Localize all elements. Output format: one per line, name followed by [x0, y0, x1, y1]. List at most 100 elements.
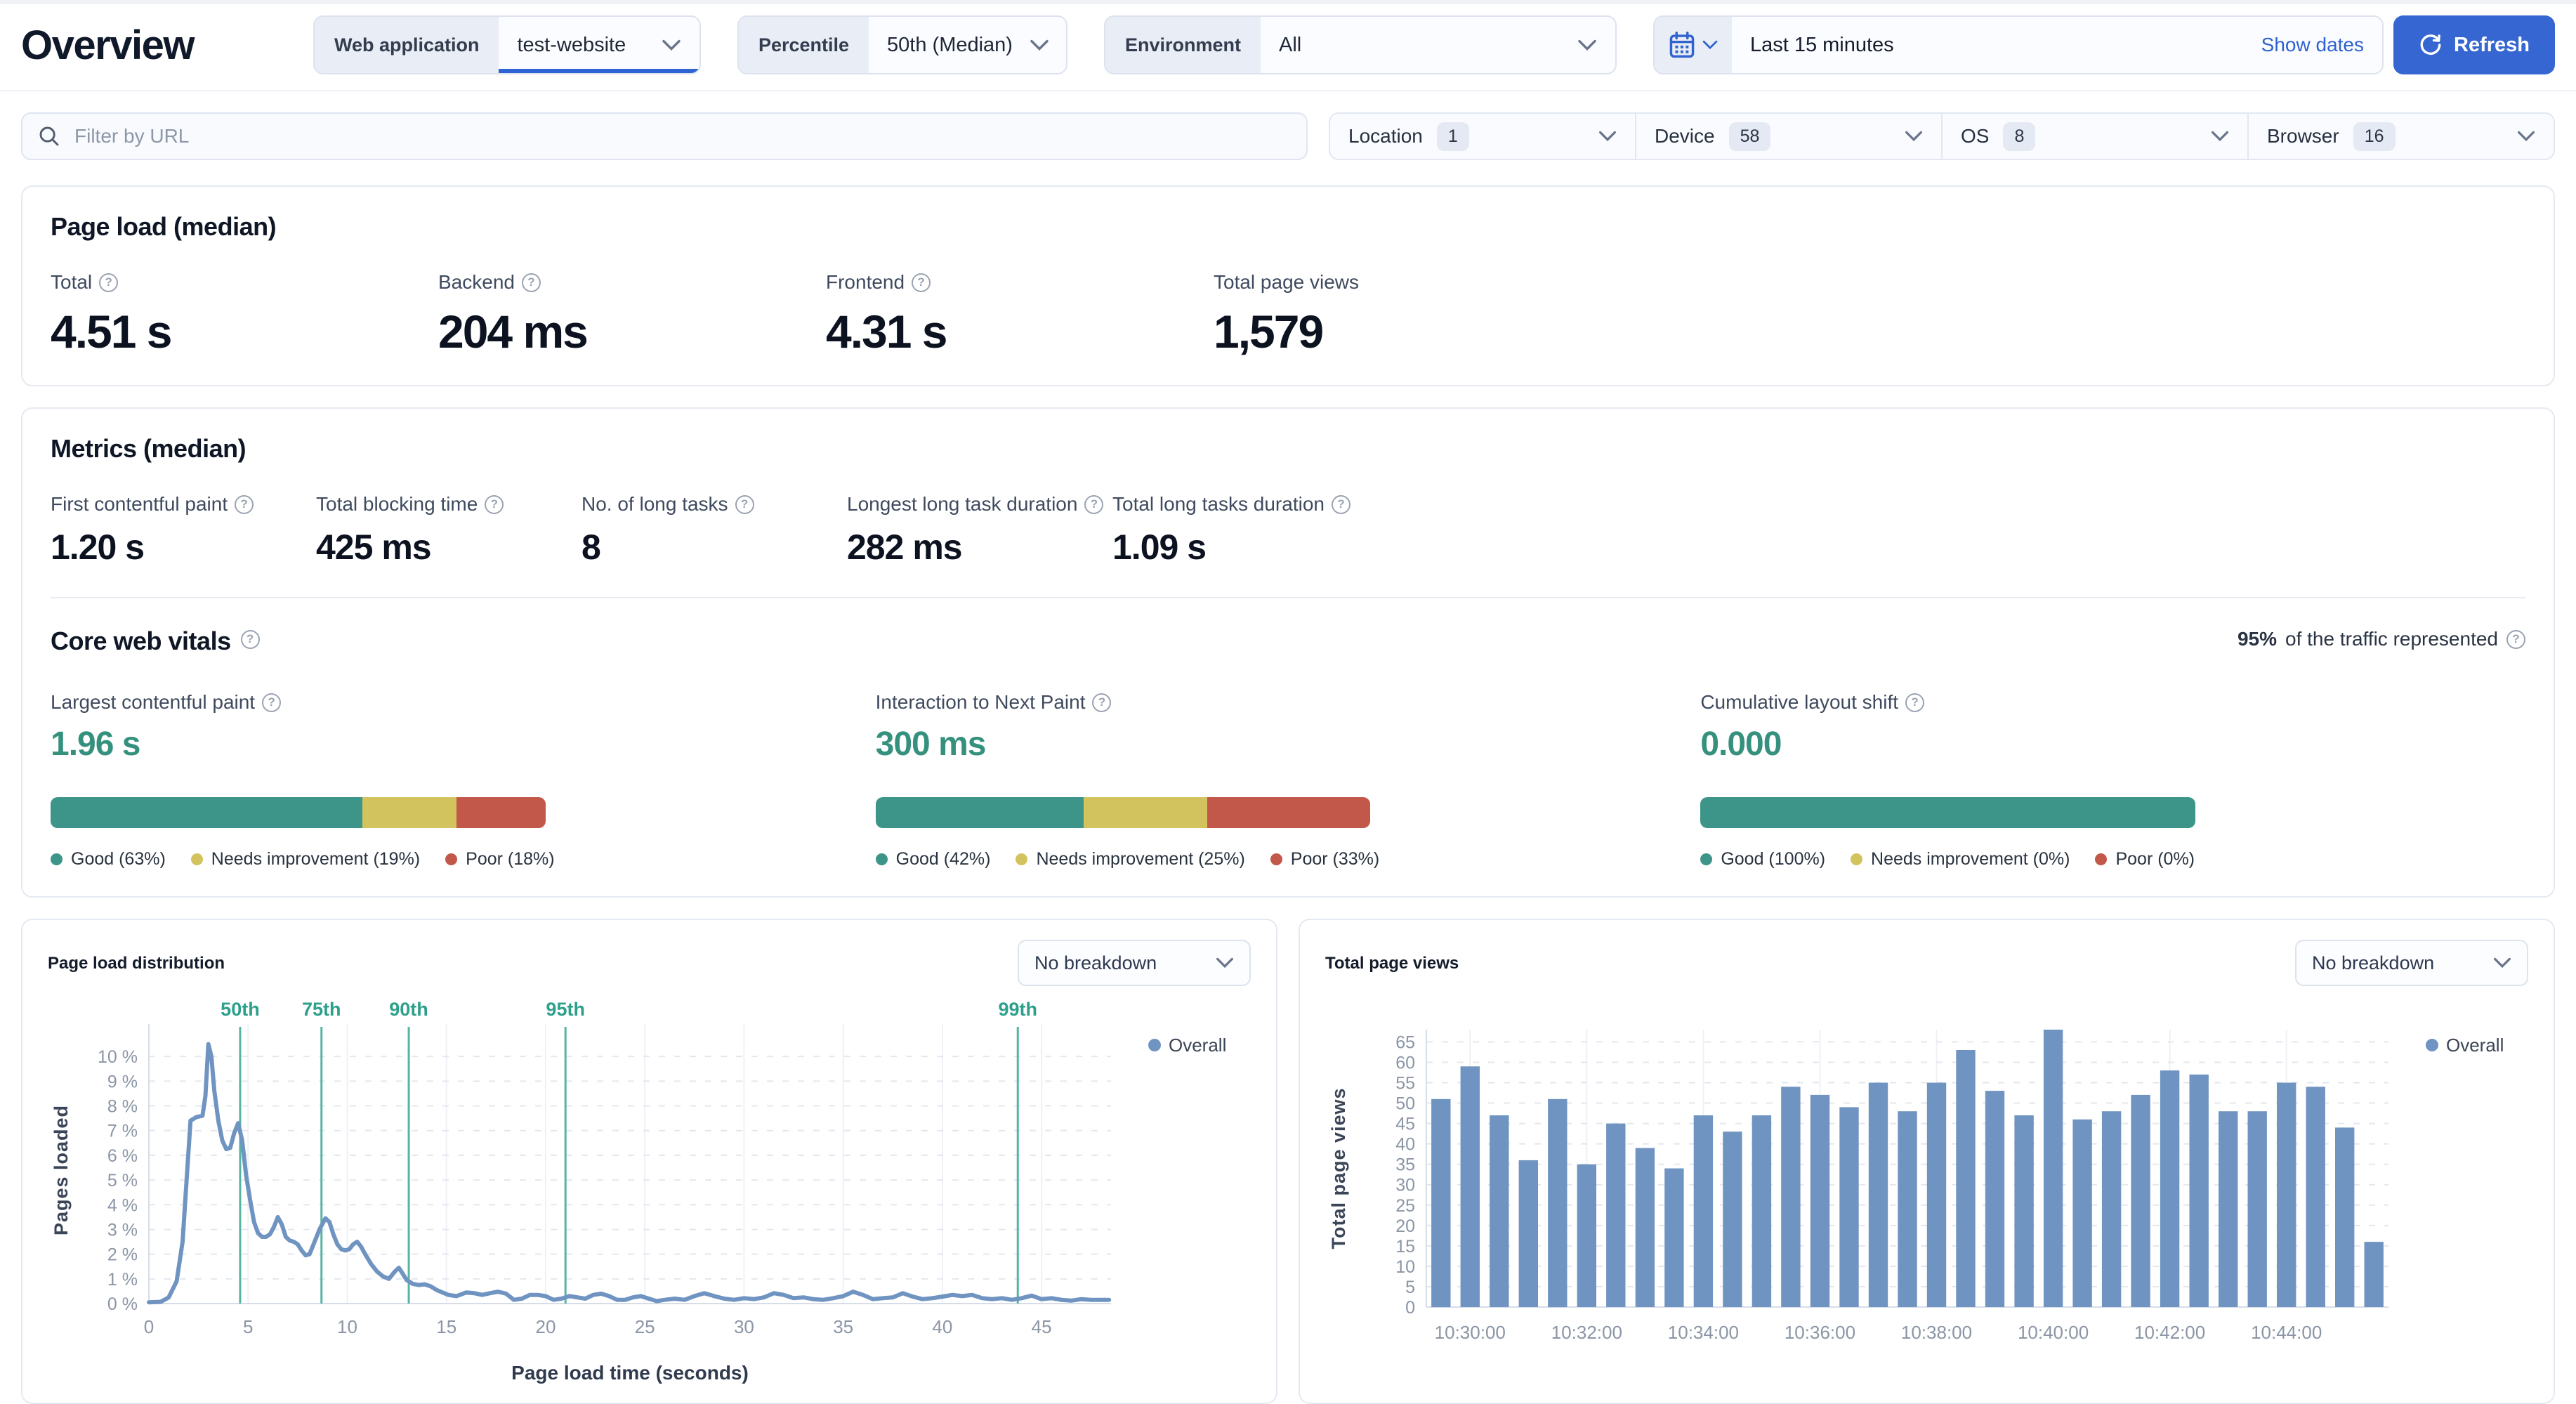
environment-label: Environment	[1105, 17, 1261, 73]
percentile-select[interactable]: Percentile 50th (Median)	[737, 15, 1067, 74]
chevron-down-icon	[2212, 131, 2228, 142]
show-dates-link[interactable]: Show dates	[2261, 34, 2364, 56]
core-web-vitals-title: Core web vitals	[51, 626, 231, 655]
url-filter-input[interactable]	[73, 124, 1291, 148]
svg-text:90th: 90th	[389, 999, 428, 1020]
svg-text:10:42:00: 10:42:00	[2134, 1322, 2205, 1343]
core-web-vitals-header: Core web vitals ? 95% of the traffic rep…	[51, 622, 2525, 656]
stat-label: Total blocking time?	[316, 493, 581, 516]
cwv-segment-good	[1700, 797, 2196, 828]
legend-item: Good (42%)	[875, 849, 990, 870]
stat-label: Total?	[51, 271, 438, 294]
distribution-breakdown-select[interactable]: No breakdown	[1018, 940, 1251, 986]
stat-label: First contentful paint?	[51, 493, 316, 516]
svg-text:Pages loaded: Pages loaded	[51, 1105, 72, 1235]
environment-select[interactable]: Environment All	[1103, 15, 1617, 74]
cwv-column: Largest contentful paint? 1.96 s Good (63%…	[51, 691, 876, 870]
total-page-views-chart[interactable]: 10:30:00 10:32:00 10:34:00 10:36:00 10:38:00…	[1321, 995, 2532, 1391]
url-filter[interactable]	[21, 112, 1308, 160]
svg-text:10:30:00: 10:30:00	[1435, 1322, 1506, 1343]
legend-item: Good (100%)	[1700, 849, 1825, 870]
help-icon[interactable]: ?	[1092, 693, 1112, 712]
calendar-icon	[1669, 32, 1695, 58]
svg-text:15: 15	[1395, 1237, 1415, 1257]
metrics-stats: First contentful paint? 1.20 s Total block…	[51, 493, 2525, 567]
legend-dot	[1851, 853, 1863, 865]
chevron-down-icon	[662, 39, 681, 51]
stat-value: 204 ms	[438, 306, 589, 357]
legend-item: Needs improvement (25%)	[1016, 849, 1245, 870]
legend-item: Needs improvement (0%)	[1851, 849, 2070, 870]
svg-text:30: 30	[734, 1316, 754, 1337]
stat-column: No. of long tasks? 8	[581, 493, 847, 567]
svg-text:45: 45	[1032, 1316, 1052, 1337]
help-icon[interactable]: ?	[485, 494, 504, 514]
refresh-icon	[2420, 34, 2441, 55]
svg-text:40: 40	[1395, 1134, 1415, 1154]
cwv-segment-needs_improvement	[362, 797, 456, 828]
web-application-select[interactable]: Web application test-website	[313, 15, 701, 74]
cwv-legend: Good (42%) Needs improvement (25%) Poor (3…	[875, 849, 1701, 870]
filter-row: Location 1 Device 58 OS 8 Browser 16	[21, 112, 2555, 160]
help-icon[interactable]: ?	[240, 629, 260, 649]
stat-column: Longest long task duration? 282 ms	[847, 493, 1112, 567]
help-icon[interactable]: ?	[262, 693, 282, 712]
stat-label: No. of long tasks?	[581, 493, 847, 516]
help-icon[interactable]: ?	[1084, 494, 1104, 514]
svg-text:65: 65	[1395, 1032, 1415, 1052]
filter-label: Location	[1348, 125, 1423, 147]
svg-text:0: 0	[144, 1316, 154, 1337]
svg-text:5: 5	[243, 1316, 253, 1337]
page-load-distribution-chart[interactable]: 0 5 10 15 20 25 30 35 40 45 0 % 1 % 2 % 3 % 4 % 5 % 6 % 7…	[44, 995, 1255, 1391]
svg-text:Page load time (seconds): Page load time (seconds)	[511, 1362, 749, 1384]
filter-os[interactable]: OS 8	[1941, 114, 2247, 159]
help-icon[interactable]: ?	[2506, 629, 2525, 649]
help-icon[interactable]: ?	[735, 494, 754, 514]
svg-text:Overall: Overall	[2446, 1035, 2504, 1056]
cwv-distribution-bar	[875, 797, 1371, 828]
stat-label: Total long tasks duration?	[1112, 493, 1378, 516]
refresh-button[interactable]: Refresh	[2393, 15, 2555, 74]
filter-browser[interactable]: Browser 16	[2247, 114, 2554, 159]
charts-row: Page load distribution No breakdown 0 5 10…	[21, 919, 2555, 1404]
help-icon[interactable]: ?	[235, 494, 254, 514]
cwv-column: Interaction to Next Paint? 300 ms Good (42…	[875, 691, 1701, 870]
filter-label: OS	[1961, 125, 1990, 147]
help-icon[interactable]: ?	[912, 273, 931, 292]
svg-text:10: 10	[1395, 1257, 1415, 1277]
help-icon[interactable]: ?	[1905, 693, 1925, 712]
svg-text:10: 10	[337, 1316, 357, 1337]
stat-value: 4.31 s	[826, 306, 948, 357]
svg-text:20: 20	[1395, 1216, 1415, 1236]
page-load-distribution-card: Page load distribution No breakdown 0 5 10…	[21, 919, 1277, 1404]
cwv-segment-good	[51, 797, 362, 828]
svg-text:75th: 75th	[302, 999, 341, 1020]
filter-location[interactable]: Location 1	[1330, 114, 1635, 159]
help-icon[interactable]: ?	[99, 273, 119, 292]
page-load-card: Page load (median) Total? 4.51 s Backend? 2…	[21, 185, 2555, 386]
stat-value: 1,579	[1214, 306, 1324, 357]
cwv-distribution-bar	[51, 797, 546, 828]
filter-device[interactable]: Device 58	[1635, 114, 1941, 159]
svg-text:10:32:00: 10:32:00	[1551, 1322, 1622, 1343]
chevron-down-icon	[2518, 131, 2535, 142]
date-range-picker[interactable]: Last 15 minutes Show dates	[1652, 15, 2384, 74]
legend-dot	[1270, 853, 1282, 865]
svg-text:4 %: 4 %	[107, 1195, 138, 1215]
search-icon	[39, 126, 59, 146]
cwv-label: Cumulative layout shift?	[1700, 691, 2525, 714]
filter-count-badge: 58	[1728, 122, 1771, 151]
help-icon[interactable]: ?	[1331, 494, 1351, 514]
legend-item: Poor (33%)	[1270, 849, 1379, 870]
cwv-segment-poor	[456, 797, 546, 828]
svg-text:10:38:00: 10:38:00	[1901, 1322, 1972, 1343]
cwv-label: Interaction to Next Paint?	[876, 691, 1701, 714]
page-views-breakdown-select[interactable]: No breakdown	[2295, 940, 2528, 986]
svg-text:55: 55	[1395, 1073, 1415, 1093]
help-icon[interactable]: ?	[521, 273, 541, 292]
cwv-column: Cumulative layout shift? 0.000 Good (100%)…	[1700, 691, 2525, 870]
header-controls: Web application test-website Percentile …	[313, 15, 2555, 74]
legend-dot	[1700, 853, 1713, 865]
stat-value: 1.09 s	[1112, 527, 1207, 567]
chevron-down-icon	[2494, 957, 2511, 969]
